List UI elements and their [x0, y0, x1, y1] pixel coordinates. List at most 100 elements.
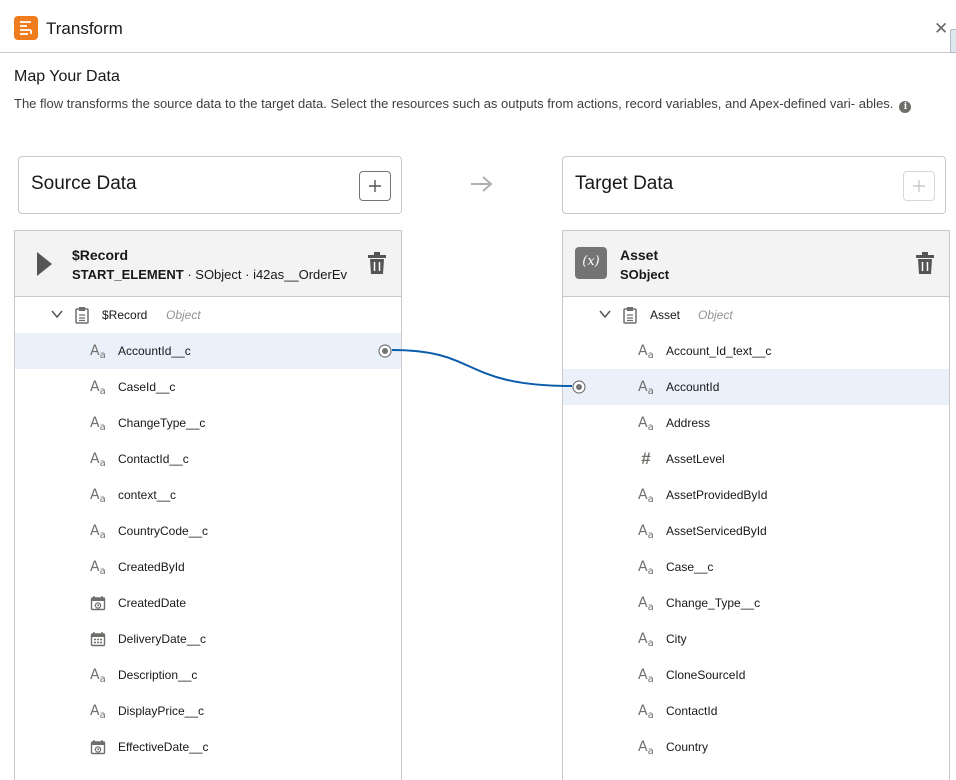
plus-icon: [913, 180, 925, 192]
plus-icon: [369, 180, 381, 192]
target-field-row[interactable]: Aa Account_Id_text__c: [563, 333, 949, 369]
text-icon: Aa: [638, 667, 654, 685]
text-icon: Aa: [638, 523, 654, 541]
description-text: The flow transforms the source data to t…: [14, 96, 894, 111]
text-icon: Aa: [90, 379, 106, 397]
trash-icon[interactable]: [915, 252, 935, 274]
source-root-type: Object: [166, 308, 201, 322]
field-label: CreatedDate: [118, 596, 187, 610]
field-label: Change_Type__c: [666, 596, 761, 610]
source-field-row[interactable]: Aa CaseId__c: [15, 369, 401, 405]
target-root-type: Object: [698, 308, 733, 322]
chevron-down-icon[interactable]: [599, 310, 611, 318]
field-label: AccountId__c: [118, 344, 191, 358]
connection-point-icon[interactable]: [378, 344, 392, 358]
datetime-icon: [90, 740, 106, 755]
field-label: ChangeType__c: [118, 416, 206, 430]
chevron-down-icon[interactable]: [51, 310, 63, 318]
source-field-row[interactable]: Aa context__c: [15, 477, 401, 513]
object-icon: [623, 307, 637, 324]
field-label: AssetProvidedById: [666, 488, 768, 502]
source-field-row[interactable]: Aa CreatedById: [15, 549, 401, 585]
target-name: Asset: [620, 247, 659, 263]
text-icon: Aa: [90, 415, 106, 433]
field-label: CloneSourceId: [666, 668, 746, 682]
source-field-row[interactable]: EffectiveDate__c: [15, 729, 401, 765]
info-icon[interactable]: i: [899, 101, 912, 113]
modal-title: Transform: [46, 19, 123, 38]
field-label: AccountId: [666, 380, 720, 394]
connection-point-icon[interactable]: [572, 380, 586, 394]
source-field-row[interactable]: CreatedDate: [15, 585, 401, 621]
trash-icon[interactable]: [367, 252, 387, 274]
target-panel-header: (x) Asset SObject: [563, 231, 949, 297]
target-data-title: Target Data: [575, 173, 674, 194]
target-field-row[interactable]: Aa CloneSourceId: [563, 657, 949, 693]
source-field-row[interactable]: Aa Description__c: [15, 657, 401, 693]
field-label: AssetLevel: [666, 452, 725, 466]
field-label: Case__c: [666, 560, 714, 574]
text-icon: Aa: [90, 487, 106, 505]
source-type-label: START_ELEMENT: [72, 267, 184, 282]
source-field-row[interactable]: Aa ContactId__c: [15, 441, 401, 477]
source-field-row[interactable]: Aa DisplayPrice__c: [15, 693, 401, 729]
field-label: EffectiveDate__c: [118, 740, 209, 754]
source-field-row[interactable]: DeliveryDate__c: [15, 621, 401, 657]
source-field-row[interactable]: Aa AccountId__c: [15, 333, 401, 369]
field-label: Address: [666, 416, 711, 430]
field-label: DeliveryDate__c: [118, 632, 207, 646]
source-field-row[interactable]: Aa CountryCode__c: [15, 513, 401, 549]
target-field-row[interactable]: # AssetLevel: [563, 441, 949, 477]
text-icon: Aa: [638, 343, 654, 361]
target-root-node[interactable]: Asset Object: [563, 297, 949, 333]
text-icon: Aa: [638, 739, 654, 757]
datetime-icon: [90, 596, 106, 611]
field-label: City: [666, 632, 687, 646]
text-icon: Aa: [90, 523, 106, 541]
text-icon: Aa: [638, 703, 654, 721]
target-field-row[interactable]: Aa AccountId: [563, 369, 949, 405]
arrow-right-icon: [471, 176, 493, 192]
date-icon: [90, 632, 106, 647]
source-field-row[interactable]: Aa ChangeType__c: [15, 405, 401, 441]
field-label: Description__c: [118, 668, 198, 682]
text-icon: Aa: [638, 487, 654, 505]
source-subtitle: START_ELEMENT · SObject · i42as__OrderEv: [72, 267, 347, 282]
source-panel: $Record START_ELEMENT · SObject · i42as_…: [14, 230, 402, 780]
target-field-row[interactable]: Aa Change_Type__c: [563, 585, 949, 621]
text-icon: Aa: [90, 559, 106, 577]
target-field-row[interactable]: Aa Address: [563, 405, 949, 441]
add-source-button[interactable]: [359, 171, 391, 201]
add-target-button[interactable]: [903, 171, 935, 201]
play-icon: [37, 252, 52, 276]
field-label: ContactId: [666, 704, 718, 718]
text-icon: Aa: [90, 703, 106, 721]
source-root-node[interactable]: $Record Object: [15, 297, 401, 333]
page-description: The flow transforms the source data to t…: [14, 94, 914, 114]
target-data-card: Target Data: [562, 156, 946, 214]
source-subtitle-rest: · SObject · i42as__OrderEv: [183, 267, 348, 282]
source-panel-header: $Record START_ELEMENT · SObject · i42as_…: [15, 231, 401, 297]
text-icon: Aa: [638, 559, 654, 577]
target-field-row[interactable]: Aa Country: [563, 729, 949, 765]
close-icon[interactable]: ✕: [934, 20, 948, 37]
field-label: AssetServicedById: [666, 524, 767, 538]
target-type-label: SObject: [620, 267, 670, 282]
text-icon: Aa: [90, 343, 106, 361]
number-icon: #: [641, 449, 651, 468]
text-icon: Aa: [90, 667, 106, 685]
target-field-row[interactable]: Aa Case__c: [563, 549, 949, 585]
target-root-name: Asset: [650, 308, 681, 322]
modal-header: Transform ✕: [0, 4, 956, 53]
field-label: CaseId__c: [118, 380, 176, 394]
source-data-card: Source Data: [18, 156, 402, 214]
target-field-row[interactable]: Aa City: [563, 621, 949, 657]
target-field-row[interactable]: Aa AssetProvidedById: [563, 477, 949, 513]
transform-icon: [14, 16, 38, 40]
target-field-row[interactable]: Aa AssetServicedById: [563, 513, 949, 549]
scroll-handle[interactable]: [950, 29, 956, 53]
target-field-row[interactable]: Aa ContactId: [563, 693, 949, 729]
field-label: DisplayPrice__c: [118, 704, 205, 718]
field-label: ContactId__c: [118, 452, 189, 466]
text-icon: Aa: [638, 379, 654, 397]
